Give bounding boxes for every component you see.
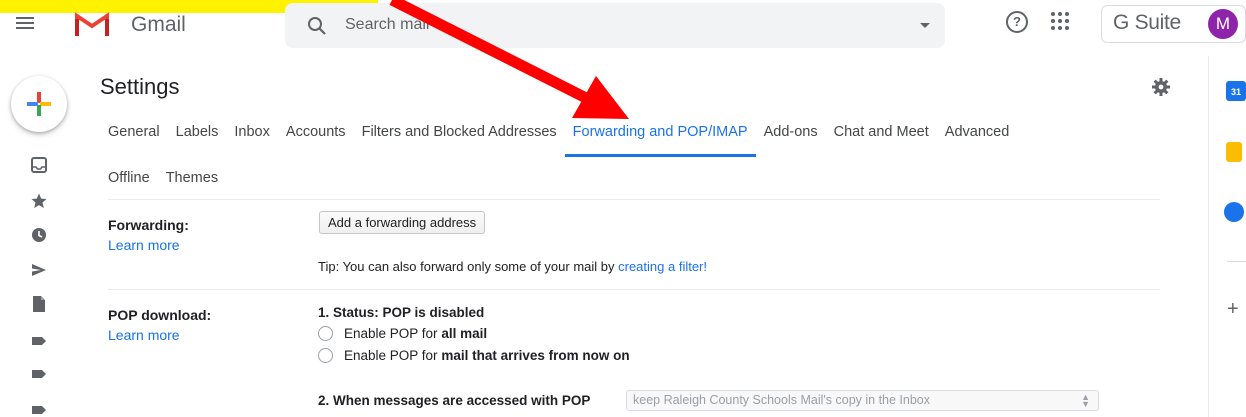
keep-icon[interactable] xyxy=(1226,142,1242,162)
enable-pop-all-mail-radio[interactable] xyxy=(318,326,333,341)
select-arrows-icon: ▲ ▼ xyxy=(1081,392,1090,409)
search-input[interactable] xyxy=(345,14,745,36)
gear-icon[interactable] xyxy=(1151,77,1171,97)
gsuite-brand: G Suite xyxy=(1113,11,1181,34)
gmail-logo[interactable]: Gmail xyxy=(75,9,186,39)
settings-tabs: General Labels Inbox Accounts Filters an… xyxy=(108,124,1198,170)
help-icon[interactable]: ? xyxy=(1006,11,1028,33)
calendar-icon[interactable]: 31 xyxy=(1226,81,1246,101)
tab-inbox[interactable]: Inbox xyxy=(234,124,269,140)
sent-icon[interactable] xyxy=(31,262,47,278)
forwarding-learn-more-link[interactable]: Learn more xyxy=(108,237,180,253)
pop-access-value: keep Raleigh County Schools Mail's copy … xyxy=(633,393,930,407)
tab-advanced[interactable]: Advanced xyxy=(945,124,1010,140)
tab-accounts[interactable]: Accounts xyxy=(286,124,346,140)
account-switcher[interactable]: G Suite M xyxy=(1101,5,1246,43)
enable-pop-all-mail-option[interactable]: Enable POP for all mail xyxy=(318,326,487,341)
pop-learn-more-link[interactable]: Learn more xyxy=(108,327,180,343)
divider xyxy=(108,199,1160,200)
option-emphasis: all mail xyxy=(441,326,488,341)
settings-tabs-row2: Offline Themes xyxy=(108,170,230,200)
apps-grid-icon[interactable] xyxy=(1051,12,1071,32)
drafts-icon[interactable] xyxy=(31,296,47,312)
label-icon[interactable] xyxy=(31,402,47,417)
enable-pop-from-now-option[interactable]: Enable POP for mail that arrives from no… xyxy=(318,348,630,363)
forwarding-tip: Tip: You can also forward only some of y… xyxy=(318,259,707,274)
top-bar: Gmail ? G Suite M xyxy=(0,0,1246,48)
tab-add-ons[interactable]: Add-ons xyxy=(764,124,818,140)
page-title: Settings xyxy=(100,74,180,99)
label-icon[interactable] xyxy=(31,366,47,382)
add-forwarding-address-button[interactable]: Add a forwarding address xyxy=(319,211,486,234)
snoozed-icon[interactable] xyxy=(31,227,47,243)
pop-download-label: POP download: xyxy=(108,307,212,323)
tasks-icon[interactable] xyxy=(1224,202,1244,222)
tab-general[interactable]: General xyxy=(108,124,160,140)
compose-button[interactable] xyxy=(11,76,67,132)
forwarding-label: Forwarding: xyxy=(108,217,189,233)
search-bar[interactable] xyxy=(285,3,945,48)
search-icon[interactable] xyxy=(307,16,327,36)
creating-filter-link[interactable]: creating a filter! xyxy=(618,259,707,274)
starred-icon[interactable] xyxy=(31,193,47,209)
inbox-icon[interactable] xyxy=(31,157,47,173)
tab-themes[interactable]: Themes xyxy=(166,170,218,186)
enable-pop-from-now-radio[interactable] xyxy=(318,348,333,363)
pop-access-select[interactable]: keep Raleigh County Schools Mail's copy … xyxy=(626,390,1099,411)
tab-chat-and-meet[interactable]: Chat and Meet xyxy=(834,124,929,140)
divider xyxy=(108,289,1160,290)
main-menu-icon[interactable] xyxy=(16,14,38,32)
gmail-m-icon xyxy=(75,12,109,36)
divider xyxy=(1227,261,1246,262)
add-addon-icon[interactable]: + xyxy=(1227,299,1239,319)
option-text: Enable POP for xyxy=(344,348,442,363)
pop-access-label: 2. When messages are accessed with POP xyxy=(318,393,591,408)
app-name: Gmail xyxy=(131,13,186,36)
tab-filters[interactable]: Filters and Blocked Addresses xyxy=(362,124,557,140)
pop-status: 1. Status: POP is disabled xyxy=(318,305,485,320)
search-options-icon[interactable] xyxy=(920,23,930,28)
avatar[interactable]: M xyxy=(1208,9,1238,39)
tab-forwarding-pop-imap[interactable]: Forwarding and POP/IMAP xyxy=(564,124,756,157)
tip-text: Tip: You can also forward only some of y… xyxy=(318,259,619,274)
option-emphasis: mail that arrives from now on xyxy=(441,348,630,363)
tab-labels[interactable]: Labels xyxy=(176,124,219,140)
option-text: Enable POP for xyxy=(344,326,442,341)
addon-sidebar: 31 + xyxy=(1208,56,1246,417)
compose-plus-icon xyxy=(27,92,51,116)
label-icon[interactable] xyxy=(31,333,47,349)
tab-offline[interactable]: Offline xyxy=(108,170,150,186)
